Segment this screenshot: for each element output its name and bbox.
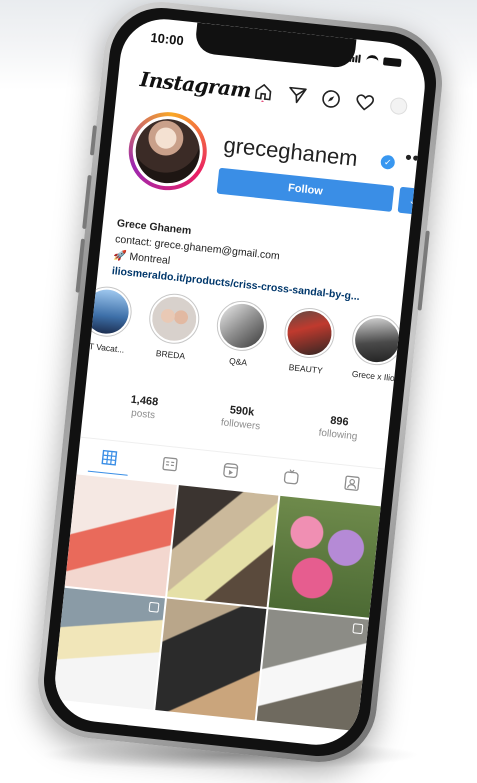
battery-icon xyxy=(382,56,402,67)
highlight-cover xyxy=(150,294,199,343)
profile-story-ring[interactable] xyxy=(124,108,211,195)
post-thumbnail[interactable] xyxy=(52,587,165,710)
highlight-label: BREDA xyxy=(155,348,186,362)
post-thumbnail[interactable] xyxy=(257,609,369,732)
home-icon[interactable] xyxy=(252,81,274,103)
suggested-dropdown-button[interactable]: ⌄ xyxy=(397,186,429,216)
more-options-icon[interactable]: ••• xyxy=(404,147,428,170)
highlight-cover xyxy=(82,287,131,336)
highlight-cover xyxy=(217,301,267,351)
tab-reels[interactable] xyxy=(209,454,252,488)
highlight-item[interactable]: FIT Vacat... xyxy=(75,284,136,355)
profile-username: greceghanem xyxy=(222,132,359,171)
highlight-label: Q&A xyxy=(228,355,248,368)
tagged-icon xyxy=(344,475,362,493)
mute-switch xyxy=(89,125,98,156)
tab-igtv[interactable] xyxy=(270,460,313,494)
profile-avatar xyxy=(129,112,207,190)
instagram-logo: Instagram xyxy=(138,66,253,103)
highlight-item[interactable]: BREDA xyxy=(143,291,204,362)
stat-posts[interactable]: 1,468 posts xyxy=(103,391,185,424)
phone-frame: 10:00 Instagram greceghanem ✓ ••• Follow… xyxy=(32,0,448,768)
igtv-icon xyxy=(283,468,301,486)
carousel-icon xyxy=(352,623,364,635)
post-thumbnail[interactable] xyxy=(268,495,381,618)
status-icons xyxy=(349,53,402,67)
stat-followers[interactable]: 590k followers xyxy=(200,401,282,434)
verified-badge-icon: ✓ xyxy=(380,154,396,170)
carousel-icon xyxy=(148,601,160,613)
stat-following[interactable]: 896 following xyxy=(298,411,380,444)
highlight-item[interactable]: BEAUTY xyxy=(278,305,339,376)
status-time: 10:00 xyxy=(149,29,185,49)
post-thumbnail[interactable] xyxy=(166,485,279,608)
rocket-emoji-icon: 🚀 xyxy=(112,249,131,263)
direct-message-icon[interactable] xyxy=(286,84,308,106)
profile-stats: 1,468 posts 590k followers 896 following xyxy=(103,391,380,445)
grid-icon xyxy=(100,448,118,466)
highlight-label xyxy=(415,375,429,381)
tab-posts[interactable] xyxy=(87,440,131,476)
phone-mockup: 10:00 Instagram greceghanem ✓ ••• Follow… xyxy=(0,0,477,783)
volume-down-button xyxy=(75,238,86,293)
highlight-item[interactable]: Grece x Ilio xyxy=(346,312,407,383)
header-actions xyxy=(252,81,409,117)
highlight-item[interactable] xyxy=(414,319,430,391)
highlight-label: Grece x Ilio xyxy=(351,368,396,384)
guide-icon xyxy=(161,455,179,473)
profile-avatar-icon[interactable] xyxy=(388,95,410,117)
explore-icon[interactable] xyxy=(320,88,342,110)
phone-bezel: 10:00 Instagram greceghanem ✓ ••• Follow… xyxy=(38,2,442,762)
follow-button[interactable]: Follow xyxy=(216,167,395,212)
activity-heart-icon[interactable] xyxy=(354,92,376,114)
highlight-label: BEAUTY xyxy=(288,362,324,376)
tab-tagged[interactable] xyxy=(331,466,374,500)
highlight-cover xyxy=(285,308,334,358)
highlight-label: FIT Vacat... xyxy=(80,340,125,355)
profile-photo xyxy=(132,116,203,187)
volume-up-button xyxy=(82,174,92,230)
posts-grid xyxy=(52,474,381,732)
reels-icon xyxy=(222,462,240,480)
highlight-item[interactable]: Q&A xyxy=(211,298,272,369)
highlight-cover xyxy=(352,315,402,365)
tab-guides[interactable] xyxy=(148,447,191,481)
post-thumbnail[interactable] xyxy=(64,474,177,597)
phone-screen: 10:00 Instagram greceghanem ✓ ••• Follow… xyxy=(50,14,430,750)
post-thumbnail[interactable] xyxy=(154,598,267,721)
wifi-icon xyxy=(365,54,379,65)
highlight-cover xyxy=(420,323,430,372)
